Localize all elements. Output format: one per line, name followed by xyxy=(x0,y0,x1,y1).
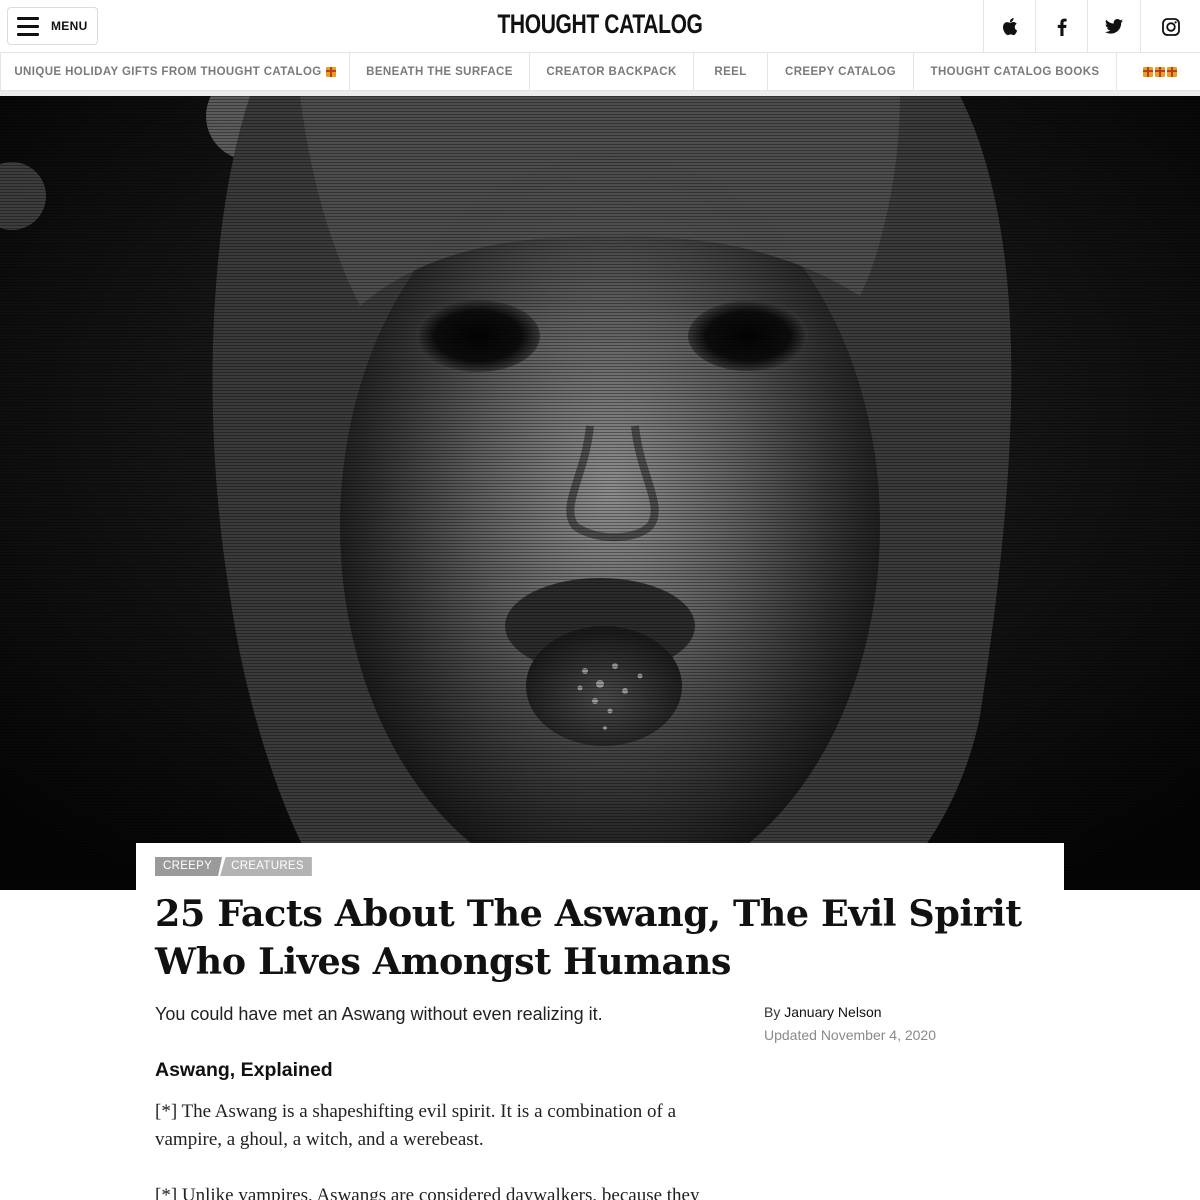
article-dek: You could have met an Aswang without eve… xyxy=(155,1004,603,1024)
article-title: 25 Facts About The Aswang, The Evil Spir… xyxy=(155,892,1022,983)
tag-creepy[interactable]: CREEPY xyxy=(155,857,223,876)
category-nav: UNIQUE HOLIDAY GIFTS FROM THOUGHT CATALO… xyxy=(0,53,1200,91)
tag-creatures[interactable]: CREATURES xyxy=(220,857,312,876)
site-logo[interactable]: THOUGHT CATALOG xyxy=(132,9,1068,40)
instagram-icon xyxy=(1161,17,1180,36)
nav-item-holiday-gifts[interactable]: UNIQUE HOLIDAY GIFTS FROM THOUGHT CATALO… xyxy=(0,53,350,91)
facebook-link[interactable] xyxy=(1035,0,1087,53)
menu-label: MENU xyxy=(51,19,88,33)
facebook-icon xyxy=(1057,18,1067,36)
nav-item-reel[interactable]: REEL xyxy=(694,53,768,91)
nav-item-label: UNIQUE HOLIDAY GIFTS FROM THOUGHT CATALO… xyxy=(14,66,322,78)
byline: By January Nelson xyxy=(764,1004,882,1020)
article-paragraph: [*] Unlike vampires, Aswangs are conside… xyxy=(155,1185,700,1200)
article-card: CREEPY CREATURES 25 Facts About The Aswa… xyxy=(136,843,1064,1200)
article-paragraph: [*] The Aswang is a shapeshifting evil s… xyxy=(155,1101,676,1150)
nav-item-creepy-catalog[interactable]: CREEPY CATALOG xyxy=(768,53,914,91)
menu-button[interactable]: MENU xyxy=(7,7,98,45)
nav-item-label: REEL xyxy=(714,66,747,78)
nav-item-beneath-the-surface[interactable]: BENEATH THE SURFACE xyxy=(350,53,530,91)
nav-item-gifts[interactable] xyxy=(1117,53,1199,91)
gift-icon xyxy=(1167,67,1177,77)
apple-podcasts-link[interactable] xyxy=(983,0,1035,53)
hero-image xyxy=(0,96,1200,890)
nav-item-creator-backpack[interactable]: CREATOR BACKPACK xyxy=(530,53,694,91)
hero-photo xyxy=(0,96,1200,890)
gift-icon xyxy=(1143,67,1153,77)
nav-item-label: CREATOR BACKPACK xyxy=(546,66,677,78)
author-link[interactable]: January Nelson xyxy=(784,1004,881,1020)
byline-prefix: By xyxy=(764,1004,781,1020)
apple-icon xyxy=(1002,17,1017,35)
site-header: MENU THOUGHT CATALOG xyxy=(0,0,1200,53)
nav-item-label: CREEPY CATALOG xyxy=(784,66,897,78)
nav-item-label: BENEATH THE SURFACE xyxy=(366,66,513,78)
hamburger-icon xyxy=(17,17,39,36)
gift-icon xyxy=(325,67,336,77)
twitter-link[interactable] xyxy=(1087,0,1139,53)
section-heading: Aswang, Explained xyxy=(155,1059,333,1081)
nav-item-label: THOUGHT CATALOG BOOKS xyxy=(930,66,1100,78)
twitter-icon xyxy=(1104,19,1123,34)
instagram-link[interactable] xyxy=(1140,0,1200,53)
gift-icon xyxy=(1155,67,1165,77)
updated-date: Updated November 4, 2020 xyxy=(764,1027,936,1043)
category-tags: CREEPY CREATURES xyxy=(155,857,312,876)
nav-item-thought-catalog-books[interactable]: THOUGHT CATALOG BOOKS xyxy=(914,53,1117,91)
